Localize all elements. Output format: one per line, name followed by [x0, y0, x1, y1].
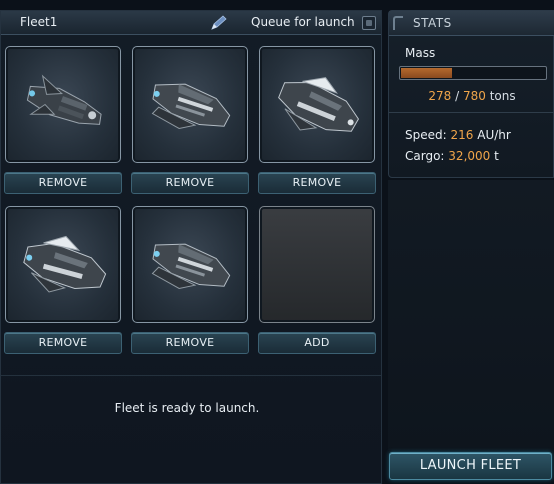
cargo-label: Cargo:: [405, 149, 445, 163]
ship-slot-4[interactable]: [5, 206, 121, 323]
cargo-value: 32,000: [448, 149, 491, 163]
queue-checkbox[interactable]: [362, 16, 376, 30]
ship-slot-3[interactable]: [259, 46, 375, 163]
remove-button-5[interactable]: REMOVE: [131, 332, 249, 354]
stats-divider: [389, 112, 554, 113]
fleet-header: Fleet1 Queue for launch: [1, 11, 381, 35]
stats-header: STATS: [389, 11, 554, 36]
ship-icon: [278, 77, 360, 132]
cargo-stat: Cargo: 32,000 t: [405, 149, 499, 163]
ship-icon: [26, 74, 102, 125]
stats-title: STATS: [413, 16, 452, 30]
remove-button-2[interactable]: REMOVE: [131, 172, 249, 194]
speed-unit: AU/hr: [477, 128, 511, 142]
speed-label: Speed:: [405, 128, 447, 142]
cargo-unit: t: [494, 149, 499, 163]
mass-current: 278: [428, 89, 452, 103]
divider: [1, 375, 381, 376]
remove-button-1[interactable]: REMOVE: [4, 172, 122, 194]
fleet-status-text: Fleet is ready to launch.: [114, 401, 260, 415]
pencil-icon[interactable]: [209, 14, 229, 32]
ship-icon: [151, 83, 231, 130]
background-panel: [388, 180, 554, 450]
stats-panel: STATS Mass 278 / 780 tons Speed: 216 AU/…: [388, 10, 554, 178]
mass-unit: tons: [489, 89, 516, 103]
speed-stat: Speed: 216 AU/hr: [405, 128, 511, 142]
ship-slot-1[interactable]: [5, 46, 121, 163]
bracket-icon: [393, 16, 403, 30]
mass-label: Mass: [405, 46, 436, 60]
empty-ship-slot[interactable]: [259, 206, 375, 323]
launch-fleet-button[interactable]: LAUNCH FLEET: [389, 452, 552, 480]
fleet-panel: Fleet1 Queue for launch REMOVE REMOVE RE…: [0, 10, 382, 484]
mass-readout: 278 / 780 tons: [389, 89, 554, 103]
ship-slot-2[interactable]: [132, 46, 248, 163]
remove-button-4[interactable]: REMOVE: [4, 332, 122, 354]
mass-bar: [399, 66, 547, 80]
ship-icon: [23, 235, 107, 293]
fleet-name[interactable]: Fleet1: [20, 15, 57, 29]
add-button[interactable]: ADD: [258, 332, 376, 354]
mass-separator: /: [455, 89, 460, 103]
ship-slot-5[interactable]: [132, 206, 248, 323]
queue-label: Queue for launch: [251, 15, 355, 29]
ship-icon: [151, 243, 231, 290]
mass-max: 780: [462, 89, 486, 103]
speed-value: 216: [450, 128, 474, 142]
mass-bar-fill: [401, 68, 452, 78]
remove-button-3[interactable]: REMOVE: [258, 172, 376, 194]
